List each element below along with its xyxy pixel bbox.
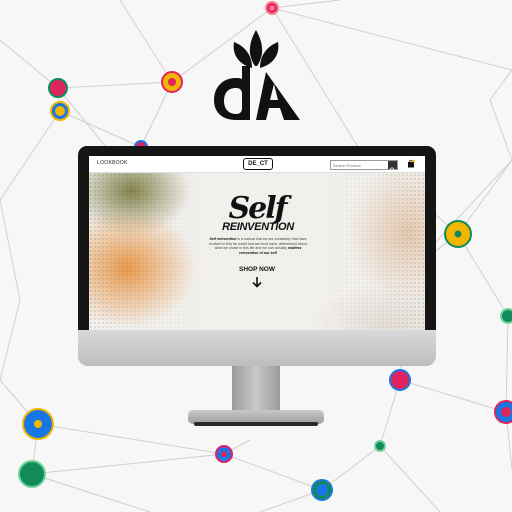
shop-now-button[interactable]: SHOP NOW [229,266,285,273]
network-node [18,460,46,488]
network-line [119,0,173,83]
logo-leaf-center [249,30,263,66]
network-node-core [316,484,328,496]
network-node-core [454,230,462,238]
network-line [57,81,173,89]
search-box [330,160,398,173]
hero-headline-self: Self [228,191,287,226]
network-line [57,87,111,153]
network-line [457,233,509,317]
hero-headline-reinvention: REINVENTION [222,221,294,233]
site-navbar: LOOKBOOK DE_CT [89,156,425,173]
network-line [223,453,323,491]
hero-description: Self reinvention is a natural that we ar… [207,237,309,255]
network-node-core [269,5,275,11]
network-line [31,453,225,475]
search-input[interactable] [331,161,387,169]
nav-link-lookbook[interactable]: LOOKBOOK [97,160,128,166]
network-line [31,473,151,512]
network-node-core [168,78,176,86]
network-line [505,315,509,413]
arrow-down-icon[interactable] [250,276,264,288]
desktop-monitor: LOOKBOOK DE_CT Self REINVENTION [78,146,436,366]
network-line [37,423,225,455]
shopping-bag-icon[interactable] [407,159,415,168]
network-line [271,0,341,9]
logo-leaf-right [260,42,279,68]
network-line [379,445,441,512]
logo-letter-d [214,66,250,120]
logo-leaf-left [233,42,252,68]
network-node [374,440,386,452]
network-node [389,369,411,391]
network-node-core [34,420,42,428]
network-line [399,379,507,413]
logo-letter-a [256,72,300,120]
site-brand-logo[interactable]: DE_CT [243,158,273,170]
network-line [0,199,21,301]
network-line [59,110,142,148]
network-line [489,99,512,161]
hero-description-lead: Self reinvention [209,237,237,241]
network-line [0,299,21,381]
network-line [0,110,61,201]
network-line [0,39,59,89]
network-node-core [55,106,65,116]
network-node-core [501,407,511,417]
network-line [271,7,512,71]
website-screen: LOOKBOOK DE_CT Self REINVENTION [89,156,425,330]
network-node-core [221,451,227,457]
network-node [500,308,512,324]
search-button[interactable] [388,161,397,173]
network-line [489,69,512,101]
hero-banner: Self REINVENTION Self reinvention is a n… [89,173,425,330]
brand-logo [214,30,300,120]
monitor-chin [78,330,436,366]
monitor-stand-shadow [194,422,318,426]
network-node [48,78,68,98]
